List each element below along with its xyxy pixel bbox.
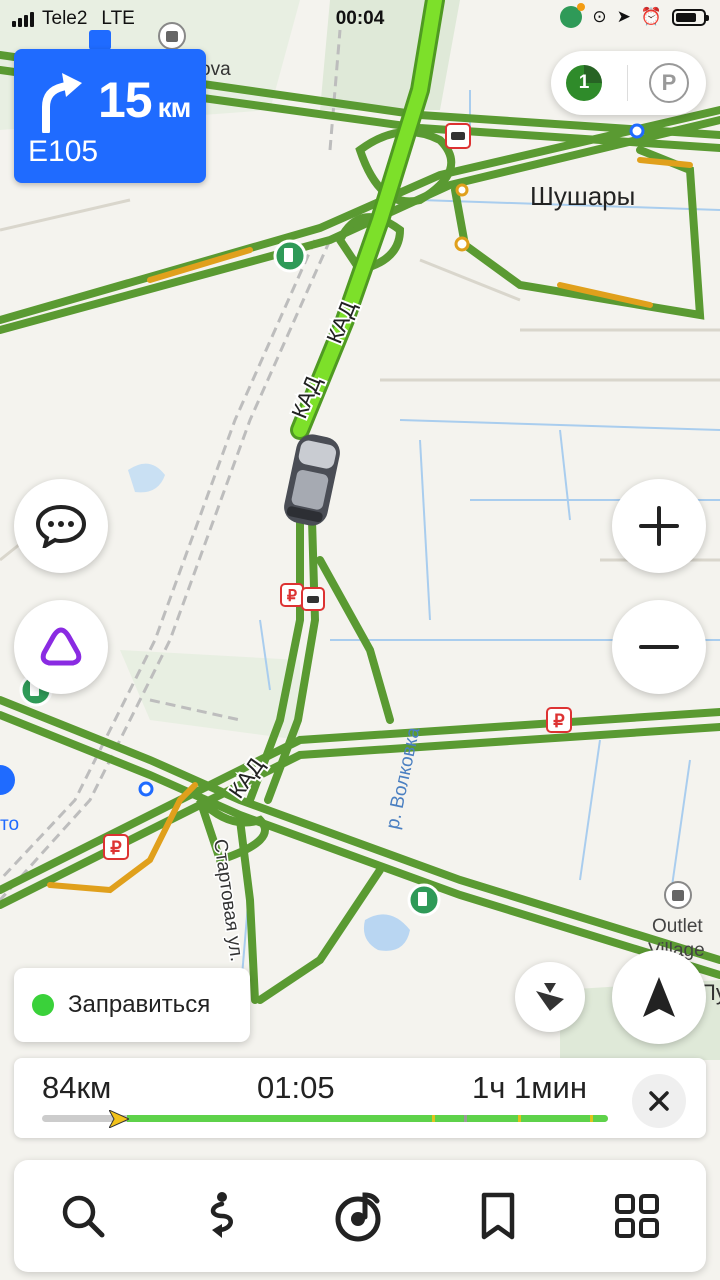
progress-position-icon (109, 1110, 129, 1128)
compass-button[interactable] (515, 962, 585, 1032)
plus-icon (639, 506, 679, 546)
parking-button[interactable]: P (649, 63, 689, 103)
zoom-in-button[interactable] (612, 479, 706, 573)
route-progress-fill (127, 1115, 608, 1122)
traffic-marker (464, 1115, 467, 1122)
refuel-label: Заправиться (68, 991, 211, 1018)
my-location-button[interactable] (612, 950, 706, 1044)
maneuver-road: E105 (28, 135, 99, 168)
route-button[interactable] (182, 1176, 262, 1256)
svg-text:₽: ₽ (110, 838, 122, 858)
status-bar: Tele2 LTE 00:04 ⊙ ➤ ⏰ (0, 0, 720, 38)
navigation-arrow-icon (643, 977, 675, 1017)
traffic-marker (590, 1115, 593, 1122)
poi-label: Outlet (652, 916, 703, 937)
parking-icon: P (661, 70, 677, 95)
toll-icon: ₽ (103, 834, 129, 860)
compass-icon (536, 983, 564, 1011)
alarm-icon: ⏰ (640, 7, 662, 26)
place-label: Шушары (530, 181, 635, 211)
map-layers-pill: 1 P (551, 51, 706, 115)
route-icon (210, 1192, 233, 1238)
search-button[interactable] (43, 1176, 123, 1256)
close-icon (649, 1091, 669, 1111)
gas-station-icon[interactable] (273, 239, 307, 273)
svg-text:₽: ₽ (553, 711, 565, 731)
route-distance: 84км (42, 1070, 112, 1105)
gas-station-icon[interactable] (407, 883, 441, 917)
search-icon (62, 1195, 105, 1238)
traffic-marker (432, 1115, 435, 1122)
accident-icon (301, 587, 325, 611)
network-type: LTE (101, 8, 135, 29)
battery-icon (672, 8, 709, 26)
fuel-app-icon (560, 3, 586, 28)
carrier-name: Tele2 (42, 8, 88, 29)
signal-icon (12, 11, 34, 27)
zoom-out-button[interactable] (612, 600, 706, 694)
shop-icon[interactable] (664, 881, 692, 909)
minus-icon (639, 645, 679, 649)
maneuver-panel[interactable]: 15 км E105 (14, 49, 206, 183)
maneuver-distance: 15 км (98, 72, 191, 128)
chat-bubble-icon (35, 504, 87, 548)
status-icons: ⊙ ➤ ⏰ (560, 3, 709, 28)
refuel-button[interactable]: Заправиться (14, 968, 250, 1042)
svg-text:₽: ₽ (287, 588, 297, 605)
menu-button[interactable] (597, 1176, 677, 1256)
location-icon: ➤ (616, 7, 631, 26)
route-duration: 1ч 1мин (472, 1070, 587, 1105)
rotation-lock-icon: ⊙ (592, 7, 607, 26)
bookmarks-button[interactable] (458, 1176, 538, 1256)
divider (627, 65, 628, 101)
music-button[interactable] (320, 1176, 400, 1256)
music-icon (335, 1192, 381, 1242)
status-dot (32, 994, 54, 1016)
poi-label: то (0, 814, 19, 835)
accident-icon (445, 123, 471, 149)
alice-icon (40, 627, 82, 666)
close-route-button[interactable] (632, 1074, 686, 1128)
toll-icon: ₽ (546, 707, 572, 733)
traffic-level-button[interactable]: 1 (564, 63, 604, 103)
route-eta: 01:05 (257, 1070, 335, 1105)
bottom-toolbar (14, 1160, 706, 1272)
toll-icon: ₽ (280, 583, 304, 607)
turn-right-arrow-icon (42, 73, 82, 133)
traffic-level-value: 1 (578, 72, 590, 93)
bookmark-icon (482, 1192, 515, 1240)
traffic-marker (518, 1115, 521, 1122)
route-summary[interactable]: 84км 01:05 1ч 1мин (14, 1058, 706, 1138)
grid-icon (614, 1194, 659, 1238)
alice-assistant-button[interactable] (14, 600, 108, 694)
carrier-info: Tele2 LTE (12, 8, 135, 30)
chat-button[interactable] (14, 479, 108, 573)
